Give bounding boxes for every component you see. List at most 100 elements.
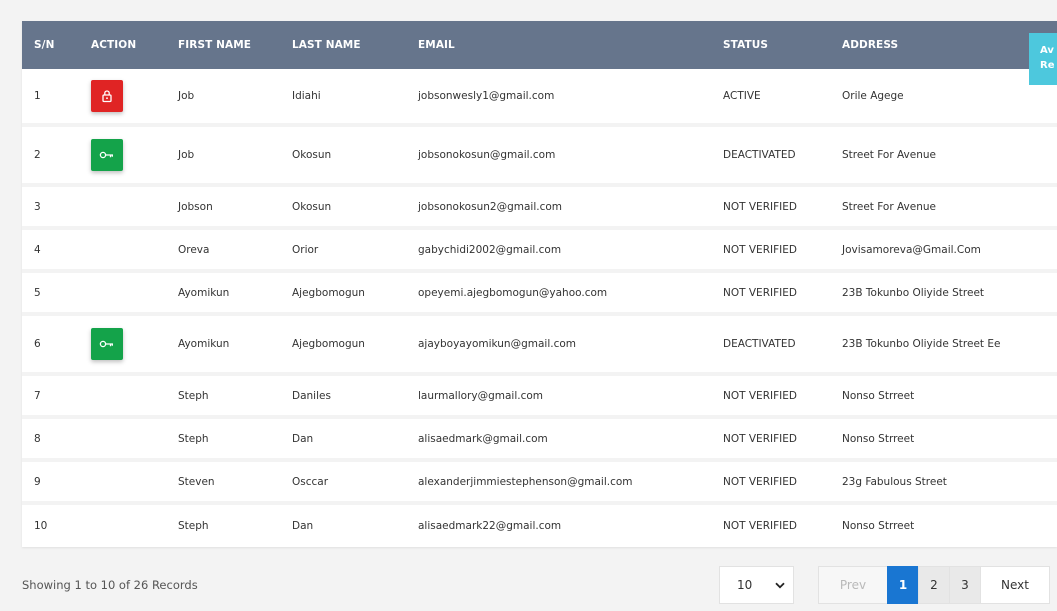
cell-last-name: Dan <box>280 501 406 546</box>
cell-sn: 10 <box>22 501 79 546</box>
cell-email: gabychidi2002@gmail.com <box>406 226 711 271</box>
table-row: 10 Steph Dan alisaedmark22@gmail.com NOT… <box>22 501 1057 546</box>
cell-email: jobsonokosun@gmail.com <box>406 123 711 185</box>
cell-status: NOT VERIFIED <box>711 226 830 271</box>
page-2-button[interactable]: 2 <box>918 566 950 604</box>
cell-address: Nonso Strreet <box>830 415 1057 460</box>
lock-icon <box>102 90 112 103</box>
cell-first-name: Steph <box>166 415 280 460</box>
cell-address: Orile Agege <box>842 90 904 102</box>
side-tab-line2: Re <box>1040 60 1055 71</box>
page-3-button[interactable]: 3 <box>949 566 981 604</box>
side-floating-tab[interactable]: Av Re <box>1029 33 1057 85</box>
cell-last-name: Osccar <box>280 458 406 503</box>
cell-first-name: Ayomikun <box>166 269 280 314</box>
cell-action <box>79 312 166 374</box>
cell-sn: 5 <box>22 269 79 314</box>
cell-first-name: Jobson <box>166 183 280 228</box>
cell-sn: 3 <box>22 183 79 228</box>
table-row: 3 Jobson Okosun jobsonokosun2@gmail.com … <box>22 183 1057 228</box>
cell-status: DEACTIVATED <box>711 123 830 185</box>
header-address[interactable]: ADDRESS <box>830 21 1057 69</box>
table-header-row: S/N ACTION FIRST NAME LAST NAME EMAIL ST… <box>22 21 1057 69</box>
cell-email: jobsonokosun2@gmail.com <box>406 183 711 228</box>
cell-first-name: Job <box>178 90 195 102</box>
cell-action <box>79 226 166 271</box>
table-row: 8 Steph Dan alisaedmark@gmail.com NOT VE… <box>22 415 1057 460</box>
cell-first-name: Steph <box>166 501 280 546</box>
users-table: S/N ACTION FIRST NAME LAST NAME EMAIL ST… <box>22 21 1057 546</box>
table-row: 9 Steven Osccar alexanderjimmiestephenso… <box>22 458 1057 503</box>
cell-email: jobsonwesly1@gmail.com <box>418 90 555 102</box>
users-table-card: S/N ACTION FIRST NAME LAST NAME EMAIL ST… <box>22 21 1057 547</box>
cell-sn: 2 <box>22 123 79 185</box>
header-last-name[interactable]: LAST NAME <box>280 21 406 69</box>
cell-address: 23B Tokunbo Oliyide Street <box>830 269 1057 314</box>
cell-address: Jovisamoreva@Gmail.Com <box>830 226 1057 271</box>
header-status[interactable]: STATUS <box>711 21 830 69</box>
cell-action <box>79 183 166 228</box>
cell-address: 23B Tokunbo Oliyide Street Ee <box>830 312 1057 374</box>
cell-action <box>79 501 166 546</box>
cell-email: laurmallory@gmail.com <box>406 372 711 417</box>
cell-status: NOT VERIFIED <box>711 458 830 503</box>
cell-status: NOT VERIFIED <box>711 415 830 460</box>
header-action: ACTION <box>91 39 137 51</box>
cell-last-name: Orior <box>280 226 406 271</box>
cell-first-name: Ayomikun <box>166 312 280 374</box>
records-summary: Showing 1 to 10 of 26 Records <box>22 578 198 592</box>
cell-status: NOT VERIFIED <box>711 269 830 314</box>
side-tab-line1: Av <box>1040 45 1054 56</box>
cell-action <box>79 69 166 125</box>
cell-sn: 9 <box>22 458 79 503</box>
cell-email: alisaedmark22@gmail.com <box>406 501 711 546</box>
chevron-down-icon <box>775 582 785 588</box>
page-1-button[interactable]: 1 <box>887 566 919 604</box>
cell-first-name: Steph <box>166 372 280 417</box>
cell-action <box>79 123 166 185</box>
key-icon <box>99 340 113 348</box>
pagination: Prev 1 2 3 Next <box>818 566 1050 604</box>
cell-last-name: Dan <box>280 415 406 460</box>
cell-action <box>79 372 166 417</box>
header-email[interactable]: EMAIL <box>406 21 711 69</box>
table-row: 1 Job Idiahi jobsonwesly1@gmail.com ACTI… <box>22 69 1057 125</box>
header-first-name[interactable]: FIRST NAME <box>166 21 280 69</box>
cell-address: Street For Avenue <box>830 183 1057 228</box>
cell-status: ACTIVE <box>723 90 761 102</box>
cell-last-name: Okosun <box>280 123 406 185</box>
cell-status: NOT VERIFIED <box>711 372 830 417</box>
cell-status: NOT VERIFIED <box>711 183 830 228</box>
cell-status: NOT VERIFIED <box>711 501 830 546</box>
cell-address: Street For Avenue <box>830 123 1057 185</box>
cell-first-name: Job <box>166 123 280 185</box>
prev-page-button[interactable]: Prev <box>818 566 888 604</box>
activate-user-button[interactable] <box>91 139 123 171</box>
cell-email: ajayboyayomikun@gmail.com <box>406 312 711 374</box>
cell-first-name: Steven <box>166 458 280 503</box>
cell-last-name: Ajegbomogun <box>280 312 406 374</box>
cell-action <box>79 269 166 314</box>
next-page-button[interactable]: Next <box>980 566 1050 604</box>
cell-last-name: Daniles <box>280 372 406 417</box>
unlock-user-button[interactable] <box>91 80 123 112</box>
key-icon <box>99 151 113 159</box>
cell-last-name: Ajegbomogun <box>280 269 406 314</box>
cell-sn: 8 <box>22 415 79 460</box>
cell-last-name: Okosun <box>280 183 406 228</box>
table-row: 5 Ayomikun Ajegbomogun opeyemi.ajegbomog… <box>22 269 1057 314</box>
table-row: 2 Job Okosun jobsonokosun@gmail.com DEAC… <box>22 123 1057 185</box>
table-row: 4 Oreva Orior gabychidi2002@gmail.com NO… <box>22 226 1057 271</box>
cell-sn: 1 <box>34 90 41 102</box>
cell-sn: 7 <box>22 372 79 417</box>
activate-user-button[interactable] <box>91 328 123 360</box>
cell-sn: 4 <box>22 226 79 271</box>
cell-action <box>79 458 166 503</box>
table-row: 6 Ayomikun Ajegbomogun ajayboyayomikun@g… <box>22 312 1057 374</box>
cell-email: alexanderjimmiestephenson@gmail.com <box>406 458 711 503</box>
cell-first-name: Oreva <box>166 226 280 271</box>
cell-status: DEACTIVATED <box>711 312 830 374</box>
cell-action <box>79 415 166 460</box>
page-size-select[interactable]: 10 <box>719 566 794 604</box>
cell-address: 23g Fabulous Street <box>830 458 1057 503</box>
